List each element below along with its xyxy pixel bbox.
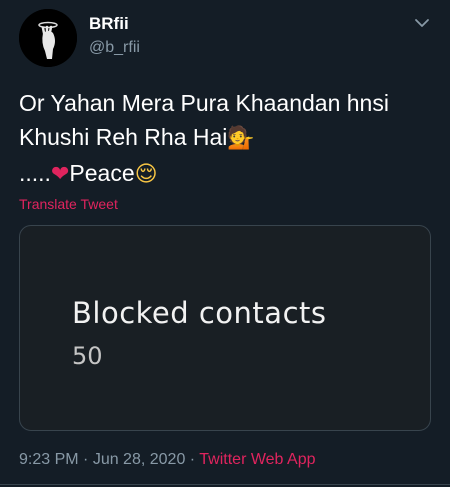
relieved-face-emoji-icon: 😌 — [134, 162, 158, 187]
tweet-line-1-text: Or Yahan Mera Pura Khaandan hnsi — [19, 90, 389, 116]
translate-tweet-link[interactable]: Translate Tweet — [19, 196, 118, 212]
divider — [0, 484, 450, 485]
author-name[interactable]: BRfii — [89, 14, 129, 34]
tweet-text: Or Yahan Mera Pura Khaandan hnsi Khushi … — [19, 86, 439, 192]
avatar[interactable] — [19, 9, 77, 67]
tweet-meta: 9:23 PM · Jun 28, 2020 · Twitter Web App — [19, 451, 315, 469]
meta-separator: · — [185, 451, 200, 468]
tweet-line-2: Khushi Reh Rha Hai💁 — [19, 120, 439, 156]
tweet-dots: ..... — [19, 160, 51, 186]
media-count: 50 — [72, 342, 103, 370]
avatar-image — [19, 9, 77, 67]
heart-emoji-icon: ❤ — [50, 162, 70, 187]
tweet-source-app[interactable]: Twitter Web App — [199, 451, 315, 468]
tweet-line-2-text: Khushi Reh Rha Hai — [19, 124, 228, 150]
meta-separator: · — [78, 451, 93, 468]
person-tipping-hand-emoji-icon: 💁 — [227, 126, 255, 151]
tweet-peace-word: Peace — [69, 160, 135, 186]
tweet-time[interactable]: 9:23 PM — [19, 451, 79, 468]
tweet-line-1: Or Yahan Mera Pura Khaandan hnsi — [19, 86, 439, 120]
tweet-media-card[interactable]: Blocked contacts 50 — [19, 225, 431, 431]
author-handle[interactable]: @b_rfii — [89, 39, 140, 57]
chevron-down-icon[interactable] — [414, 17, 430, 29]
media-title: Blocked contacts — [72, 296, 327, 330]
tweet-line-3: .....❤Peace😌 — [19, 156, 439, 192]
tweet-date[interactable]: Jun 28, 2020 — [93, 451, 186, 468]
